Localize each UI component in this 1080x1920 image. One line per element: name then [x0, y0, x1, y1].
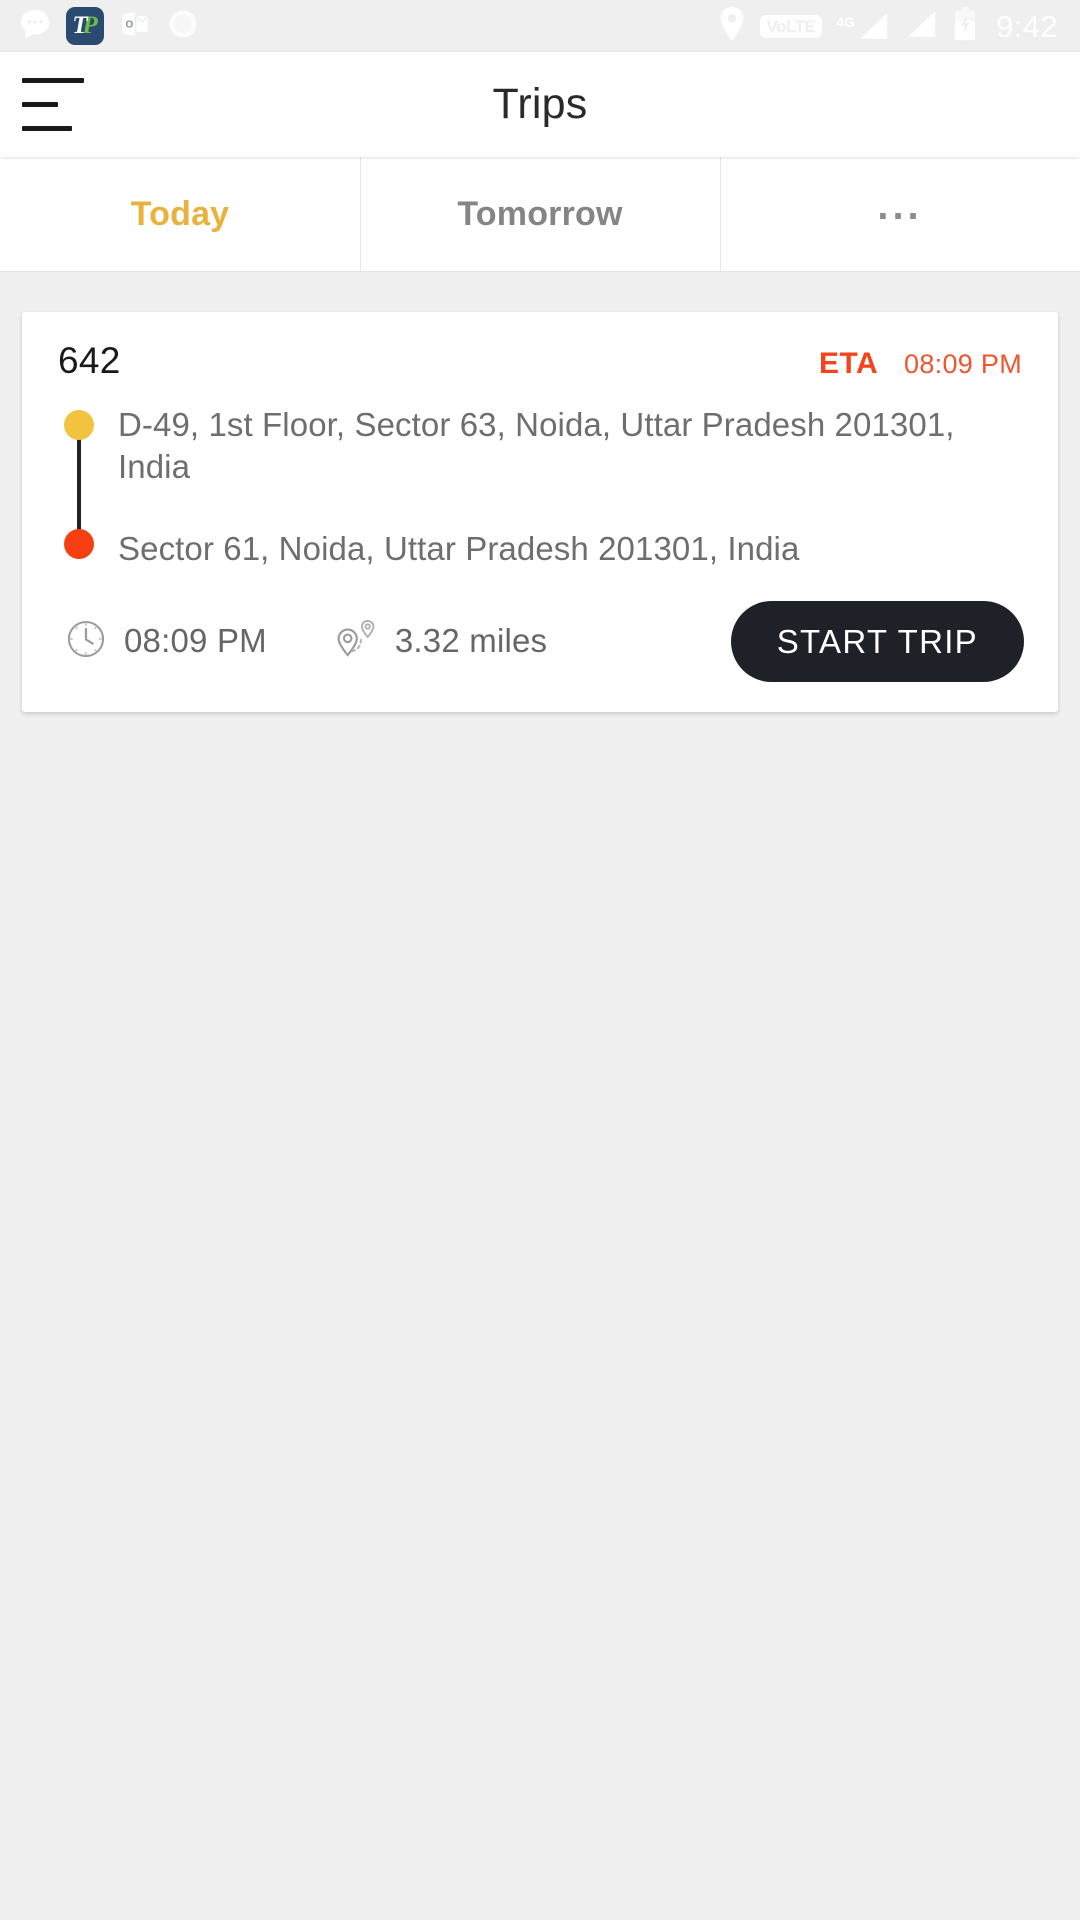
tab-more-overflow[interactable]: ... — [720, 157, 1080, 271]
tab-tomorrow[interactable]: Tomorrow — [360, 157, 720, 271]
volte-icon: VoLTE — [759, 14, 823, 38]
trip-time-value: 08:09 PM — [124, 622, 267, 660]
trip-distance: 3.32 miles — [335, 617, 547, 666]
signal-icon — [904, 7, 938, 46]
circle-icon — [166, 7, 200, 46]
clock-icon — [64, 617, 108, 666]
tp-app-icon: T P — [66, 7, 104, 45]
volte-label: VoLTE — [766, 16, 816, 36]
eta-label: ETA — [819, 347, 879, 380]
svg-text:O: O — [126, 19, 134, 30]
trip-meta-row: 08:09 PM 3.32 miles START TRIP — [56, 600, 1024, 682]
hamburger-menu-icon[interactable] — [22, 77, 94, 133]
origin-dot-icon — [64, 410, 94, 440]
tab-bar: Today Tomorrow ... — [0, 157, 1080, 272]
network-generation-label: 4G — [836, 14, 856, 30]
status-bar: T P O VoLTE 4G 9:42 — [0, 0, 1080, 52]
hamburger-line — [22, 102, 58, 107]
destination-dot-icon — [64, 528, 94, 559]
destination-address: Sector 61, Noida, Uttar Pradesh 201301, … — [118, 530, 800, 568]
status-bar-system-icons: VoLTE 4G 9:42 — [718, 6, 1058, 46]
eta-time: 08:09 PM — [904, 349, 1022, 379]
app-bar: Trips — [0, 52, 1080, 157]
outlook-icon: O — [118, 7, 152, 46]
trip-list: 642 ETA 08:09 PM D-49, 1st Floor, Sector… — [0, 272, 1080, 712]
trip-number: 642 — [58, 340, 121, 381]
status-bar-clock: 9:42 — [996, 8, 1058, 44]
location-pin-icon — [718, 6, 746, 46]
trip-card[interactable]: 642 ETA 08:09 PM D-49, 1st Floor, Sector… — [22, 312, 1058, 712]
hamburger-line — [22, 126, 72, 131]
battery-charging-icon — [952, 6, 978, 46]
page-title: Trips — [492, 80, 588, 128]
trip-distance-value: 3.32 miles — [394, 622, 548, 660]
signal-icon: 4G — [836, 9, 890, 43]
trip-card-header: 642 ETA 08:09 PM — [56, 340, 1024, 382]
eta-group: ETA 08:09 PM — [819, 347, 1022, 381]
route-distance-icon — [335, 617, 379, 666]
tab-today[interactable]: Today — [0, 157, 360, 271]
route-connector-line — [77, 424, 81, 545]
route-block: D-49, 1st Floor, Sector 63, Noida, Uttar… — [56, 404, 1024, 571]
status-bar-notifications: T P O — [18, 7, 200, 46]
tp-app-icon-letter-t: T — [72, 12, 88, 39]
start-trip-button[interactable]: START TRIP — [730, 600, 1024, 682]
trip-time: 08:09 PM — [64, 617, 267, 666]
hamburger-line — [22, 78, 84, 83]
chat-bubble-icon — [18, 7, 52, 46]
origin-address: D-49, 1st Floor, Sector 63, Noida, Uttar… — [118, 406, 955, 486]
